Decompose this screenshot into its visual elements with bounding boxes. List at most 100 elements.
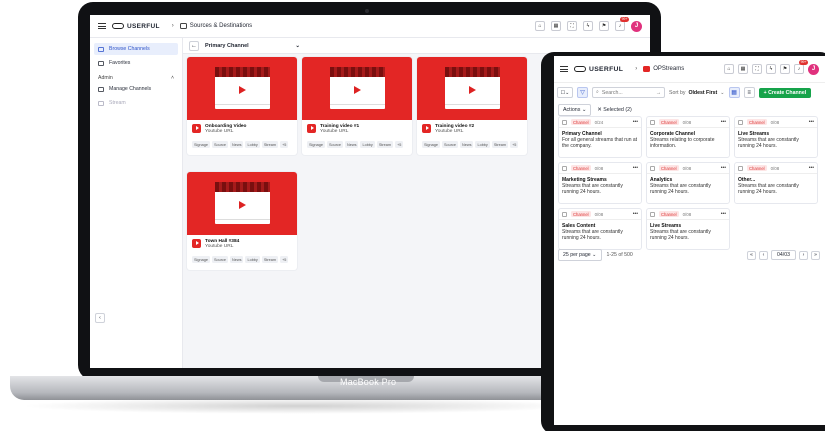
selected-label: Selected (2): [603, 107, 632, 113]
sort-label: Sort by: [669, 89, 686, 96]
source-card[interactable]: Onboarding Video Youtube URL Signage Sourc…: [187, 57, 297, 155]
more-icon[interactable]: •••: [809, 165, 814, 171]
channel-description: Streams that are constantly running 24 h…: [738, 137, 799, 149]
channel-description: Streams that are constantly running 24 h…: [738, 183, 799, 195]
checkbox[interactable]: [650, 119, 655, 125]
channel-card[interactable]: Channel 0/08 ••• Corporate Channel Streams r…: [646, 116, 730, 158]
sort-select[interactable]: Sort by Oldest First ⌄: [669, 90, 725, 96]
back-button[interactable]: ←: [189, 40, 199, 51]
list-view-button[interactable]: ≡: [743, 87, 755, 98]
breadcrumb[interactable]: OPStreams: [653, 66, 684, 72]
channel-description: Streams that are constantly running 24 h…: [650, 183, 711, 195]
channel-card[interactable]: Channel 0/24 ••• Primary Channel For all gen…: [558, 116, 642, 158]
create-channel-button[interactable]: + Create Channel: [758, 87, 812, 98]
thumbnail: [417, 57, 527, 120]
page-indicator[interactable]: 04/03: [771, 250, 796, 260]
channel-title: Marketing Streams: [562, 177, 607, 183]
channel-select-value: Primary Channel: [205, 42, 249, 49]
sort-value: Oldest First: [688, 89, 718, 96]
bolt-icon[interactable]: ϟ: [583, 21, 593, 31]
per-page-select[interactable]: 25 per page ⌄: [558, 249, 602, 261]
collapse-sidebar-button[interactable]: ‹: [95, 313, 105, 323]
avatar[interactable]: J: [631, 20, 642, 32]
checkbox[interactable]: [562, 211, 567, 217]
grid-icon[interactable]: ▦: [551, 21, 561, 31]
checkbox[interactable]: [738, 165, 743, 171]
more-icon[interactable]: •••: [633, 165, 638, 171]
first-page-button[interactable]: «: [747, 250, 757, 260]
channel-select[interactable]: Primary Channel ⌄: [205, 43, 300, 49]
bell-icon[interactable]: ♪ 99+: [794, 60, 808, 74]
checkbox[interactable]: [650, 211, 655, 217]
card-subtitle: Youtube URL: [205, 244, 234, 249]
youtube-icon: [422, 124, 431, 133]
grid-view-button[interactable]: ▦: [728, 87, 740, 98]
tag: Signage: [192, 141, 210, 148]
fullscreen-icon[interactable]: ⛶: [752, 64, 762, 74]
fullscreen-icon[interactable]: ⛶: [567, 21, 577, 31]
sidebar-item-stream[interactable]: Stream: [94, 97, 178, 109]
channel-card[interactable]: Channel 0/08 ••• Analytics Streams that are …: [646, 162, 730, 204]
filter-icon[interactable]: ▽: [577, 87, 588, 98]
laptop-shadow: [20, 398, 580, 414]
search-icon: ⌕: [596, 89, 599, 95]
more-icon[interactable]: •••: [633, 211, 638, 217]
channel-count: 0/08: [770, 119, 780, 125]
next-page-button[interactable]: ›: [799, 250, 808, 260]
sidebar-item-browse-channels[interactable]: Browse Channels: [94, 43, 178, 55]
search-input[interactable]: ⌕ Search... →: [592, 87, 665, 98]
prev-page-button[interactable]: ‹: [759, 250, 769, 260]
sidebar-item-manage-channels[interactable]: Manage Channels: [94, 83, 178, 95]
last-page-button[interactable]: »: [811, 250, 820, 260]
tag: Signage: [192, 256, 210, 263]
menu-icon[interactable]: [98, 23, 106, 29]
more-icon[interactable]: •••: [721, 165, 726, 171]
home-icon[interactable]: ⌂: [724, 64, 734, 74]
channel-card[interactable]: Channel 0/08 ••• Sales Content Streams that …: [558, 208, 642, 250]
chevron-up-icon: ˄: [170, 75, 174, 81]
checkbox[interactable]: [738, 119, 743, 125]
sidebar-item-favorites[interactable]: Favorites: [94, 57, 178, 69]
more-icon[interactable]: •••: [809, 119, 814, 125]
bolt-icon[interactable]: ϟ: [766, 64, 776, 74]
grid-icon[interactable]: ▦: [738, 64, 748, 74]
tag: Source: [211, 256, 228, 263]
logo-mark-icon: [112, 23, 124, 29]
channel-card[interactable]: Channel 0/08 ••• Other... Streams that are c…: [734, 162, 818, 204]
checkbox[interactable]: [562, 165, 567, 171]
checkbox[interactable]: [650, 165, 655, 171]
per-page-value: 25 per page: [563, 252, 591, 258]
source-card[interactable]: Town Hall #384 Youtube URL Signage Source N…: [187, 172, 297, 270]
source-card[interactable]: Training video #2 Youtube URL Signage Sour…: [417, 57, 527, 155]
flag-icon[interactable]: ⚑: [599, 21, 609, 31]
thumbnail: [187, 57, 297, 120]
bell-icon[interactable]: ♪ 99+: [615, 17, 629, 31]
channel-card[interactable]: Channel 0/08 ••• Live Streams Streams that a…: [734, 116, 818, 158]
more-icon[interactable]: •••: [721, 211, 726, 217]
close-icon[interactable]: ✕: [597, 107, 601, 113]
sidebar-item-label: Favorites: [109, 60, 131, 66]
channel-count: 0/08: [682, 119, 692, 125]
checkbox[interactable]: [562, 119, 567, 125]
channel-description: Streams that are constantly running 24 h…: [562, 229, 623, 241]
actions-dropdown[interactable]: Actions ⌄: [558, 104, 592, 116]
flag-icon[interactable]: ⚑: [780, 64, 790, 74]
avatar[interactable]: J: [808, 63, 819, 75]
home-icon[interactable]: ⌂: [535, 21, 545, 31]
sidebar-section-admin[interactable]: Admin ˄: [94, 71, 178, 83]
selected-chip[interactable]: ✕ Selected (2): [597, 107, 632, 113]
more-icon[interactable]: •••: [721, 119, 726, 125]
select-all-dropdown[interactable]: ☐⌄: [557, 87, 573, 98]
tag: Lobby: [245, 256, 260, 263]
channel-card[interactable]: Channel 0/08 ••• Marketing Streams Streams t…: [558, 162, 642, 204]
breadcrumb[interactable]: Sources & Destinations: [190, 23, 252, 29]
channel-card-header: Channel 0/24 •••: [559, 117, 641, 128]
channel-count: 0/08: [770, 165, 780, 171]
more-icon[interactable]: •••: [633, 119, 638, 125]
channel-card[interactable]: Channel 0/08 ••• Live Streams Streams that a…: [646, 208, 730, 250]
menu-icon[interactable]: [560, 66, 568, 72]
toolbar-right: ⌂ ▦ ⛶ ϟ ⚑ ♪ 99+ J: [535, 17, 642, 32]
source-card[interactable]: Training video #1 Youtube URL Signage Sour…: [302, 57, 412, 155]
youtube-icon: [192, 124, 201, 133]
actions-label: Actions: [563, 107, 581, 113]
